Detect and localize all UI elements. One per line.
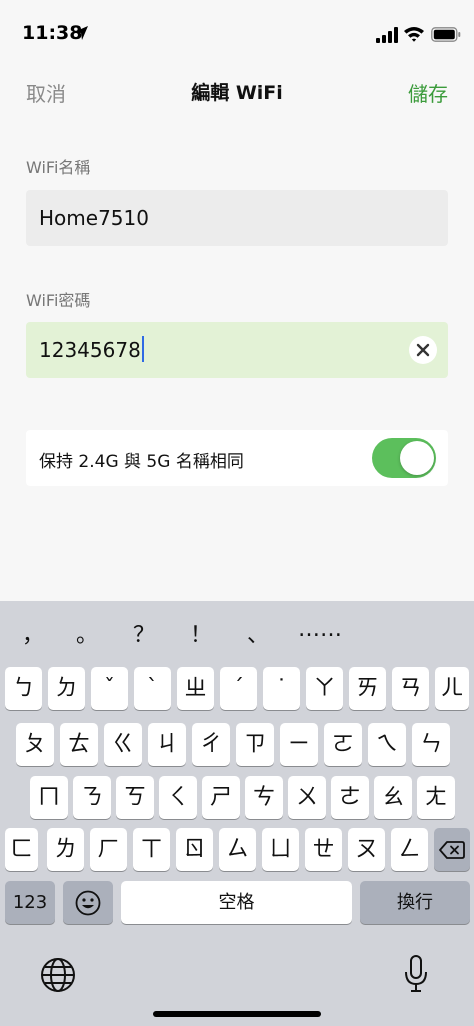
keyboard-key[interactable]: ㄞ [349,667,386,710]
wifi-password-field[interactable]: 12345678 [26,322,448,378]
keyboard-key[interactable]: ㄉ [48,667,85,710]
emoji-key[interactable] [63,881,113,924]
keyboard-key[interactable]: ㄧ [280,723,318,766]
punct-key[interactable]: 。 [76,617,98,649]
wifi-name-label: WiFi名稱 [26,158,91,177]
keyboard-key[interactable]: ㄓ [177,667,214,710]
keyboard-key[interactable]: ㄐ [148,723,186,766]
clear-password-button[interactable] [409,336,437,364]
keyboard-key[interactable]: ㄇ [30,776,68,819]
nav-bar: 編輯 WiFi 取消 儲存 [0,64,474,116]
keyboard-key[interactable]: ㄎ [116,776,154,819]
wifi-password-label: WiFi密碼 [26,291,91,310]
toggle-knob [400,441,434,475]
keyboard-key[interactable]: ㄈ [5,828,38,871]
punctuation-candidate-bar: ， 。 ？ ！ 、 …… [0,601,474,663]
battery-icon [431,27,461,42]
keyboard-key[interactable]: ㄏ [90,828,127,871]
text-cursor [141,336,144,362]
keyboard-key[interactable]: ˋ [134,667,171,710]
backspace-icon [439,841,465,859]
keyboard-key[interactable]: ㄩ [262,828,299,871]
keyboard-key[interactable]: ˇ [91,667,128,710]
keyboard-key[interactable]: ㄨ [288,776,326,819]
keyboard-key[interactable]: ㄑ [159,776,197,819]
punct-key[interactable]: 、 [247,617,269,649]
same-name-setting-row: 保持 2.4G 與 5G 名稱相同 [26,430,448,486]
keyboard: ， 。 ？ ！ 、 …… ㄅ ㄉ ˇ ˋ ㄓ ˊ ˙ ㄚ ㄞ ㄢ ㄦ ㄆ ㄊ ㄍ… [0,601,474,1026]
keyboard-key[interactable]: ˙ [263,667,300,710]
wifi-password-value: 12345678 [39,338,141,362]
status-bar: 11:38 [0,0,474,64]
page-title: 編輯 WiFi [191,82,283,104]
keyboard-key[interactable]: ㄒ [133,828,170,871]
numbers-key[interactable]: 123 [5,881,55,924]
clear-icon [416,343,430,357]
cellular-signal-icon [376,27,398,43]
keyboard-key[interactable]: ㄖ [176,828,213,871]
home-indicator [153,1011,321,1017]
same-name-toggle-label: 保持 2.4G 與 5G 名稱相同 [39,452,244,472]
backspace-key[interactable] [434,828,470,871]
keyboard-key[interactable]: ㄛ [324,723,362,766]
keyboard-key[interactable]: ㄅ [5,667,42,710]
space-key[interactable]: 空格 [121,881,352,924]
punct-key[interactable]: ？ [133,617,155,649]
wifi-icon [404,27,424,42]
keyboard-key[interactable]: ㄘ [245,776,283,819]
keyboard-key[interactable]: ㄢ [392,667,429,710]
keyboard-key[interactable]: ˊ [220,667,257,710]
keyboard-key[interactable]: ㄊ [60,723,98,766]
punct-key[interactable]: ， [22,617,44,649]
keyboard-key[interactable]: ㄣ [412,723,450,766]
keyboard-key[interactable]: ㄌ [47,828,84,871]
cancel-button[interactable]: 取消 [26,78,66,107]
keyboard-key[interactable]: ㄝ [305,828,342,871]
keyboard-key[interactable]: ㄕ [202,776,240,819]
keyboard-key[interactable]: ㄡ [348,828,385,871]
keyboard-key[interactable]: ㄥ [391,828,428,871]
keyboard-key[interactable]: ㄍ [104,723,142,766]
emoji-icon [75,890,101,916]
wifi-name-field[interactable]: Home7510 [26,190,448,246]
same-name-toggle[interactable] [372,438,436,478]
save-button[interactable]: 儲存 [408,78,448,107]
microphone-icon[interactable] [403,955,429,993]
keyboard-key[interactable]: ㄚ [306,667,343,710]
keyboard-key[interactable]: ㄟ [368,723,406,766]
keyboard-key[interactable]: ㄋ [73,776,111,819]
location-arrow-icon [74,26,88,40]
punct-key[interactable]: ！ [190,617,212,649]
wifi-name-value: Home7510 [39,206,149,230]
keyboard-key[interactable]: ㄆ [16,723,54,766]
return-key[interactable]: 換行 [360,881,470,924]
keyboard-key[interactable]: ㄗ [236,723,274,766]
keyboard-key[interactable]: ㄙ [219,828,256,871]
punct-key[interactable]: …… [298,617,342,642]
keyboard-key[interactable]: ㄦ [435,667,469,710]
keyboard-key[interactable]: ㄠ [374,776,412,819]
keyboard-key[interactable]: ㄤ [417,776,455,819]
keyboard-key[interactable]: ㄜ [331,776,369,819]
keyboard-key[interactable]: ㄔ [192,723,230,766]
globe-icon[interactable] [40,957,76,993]
